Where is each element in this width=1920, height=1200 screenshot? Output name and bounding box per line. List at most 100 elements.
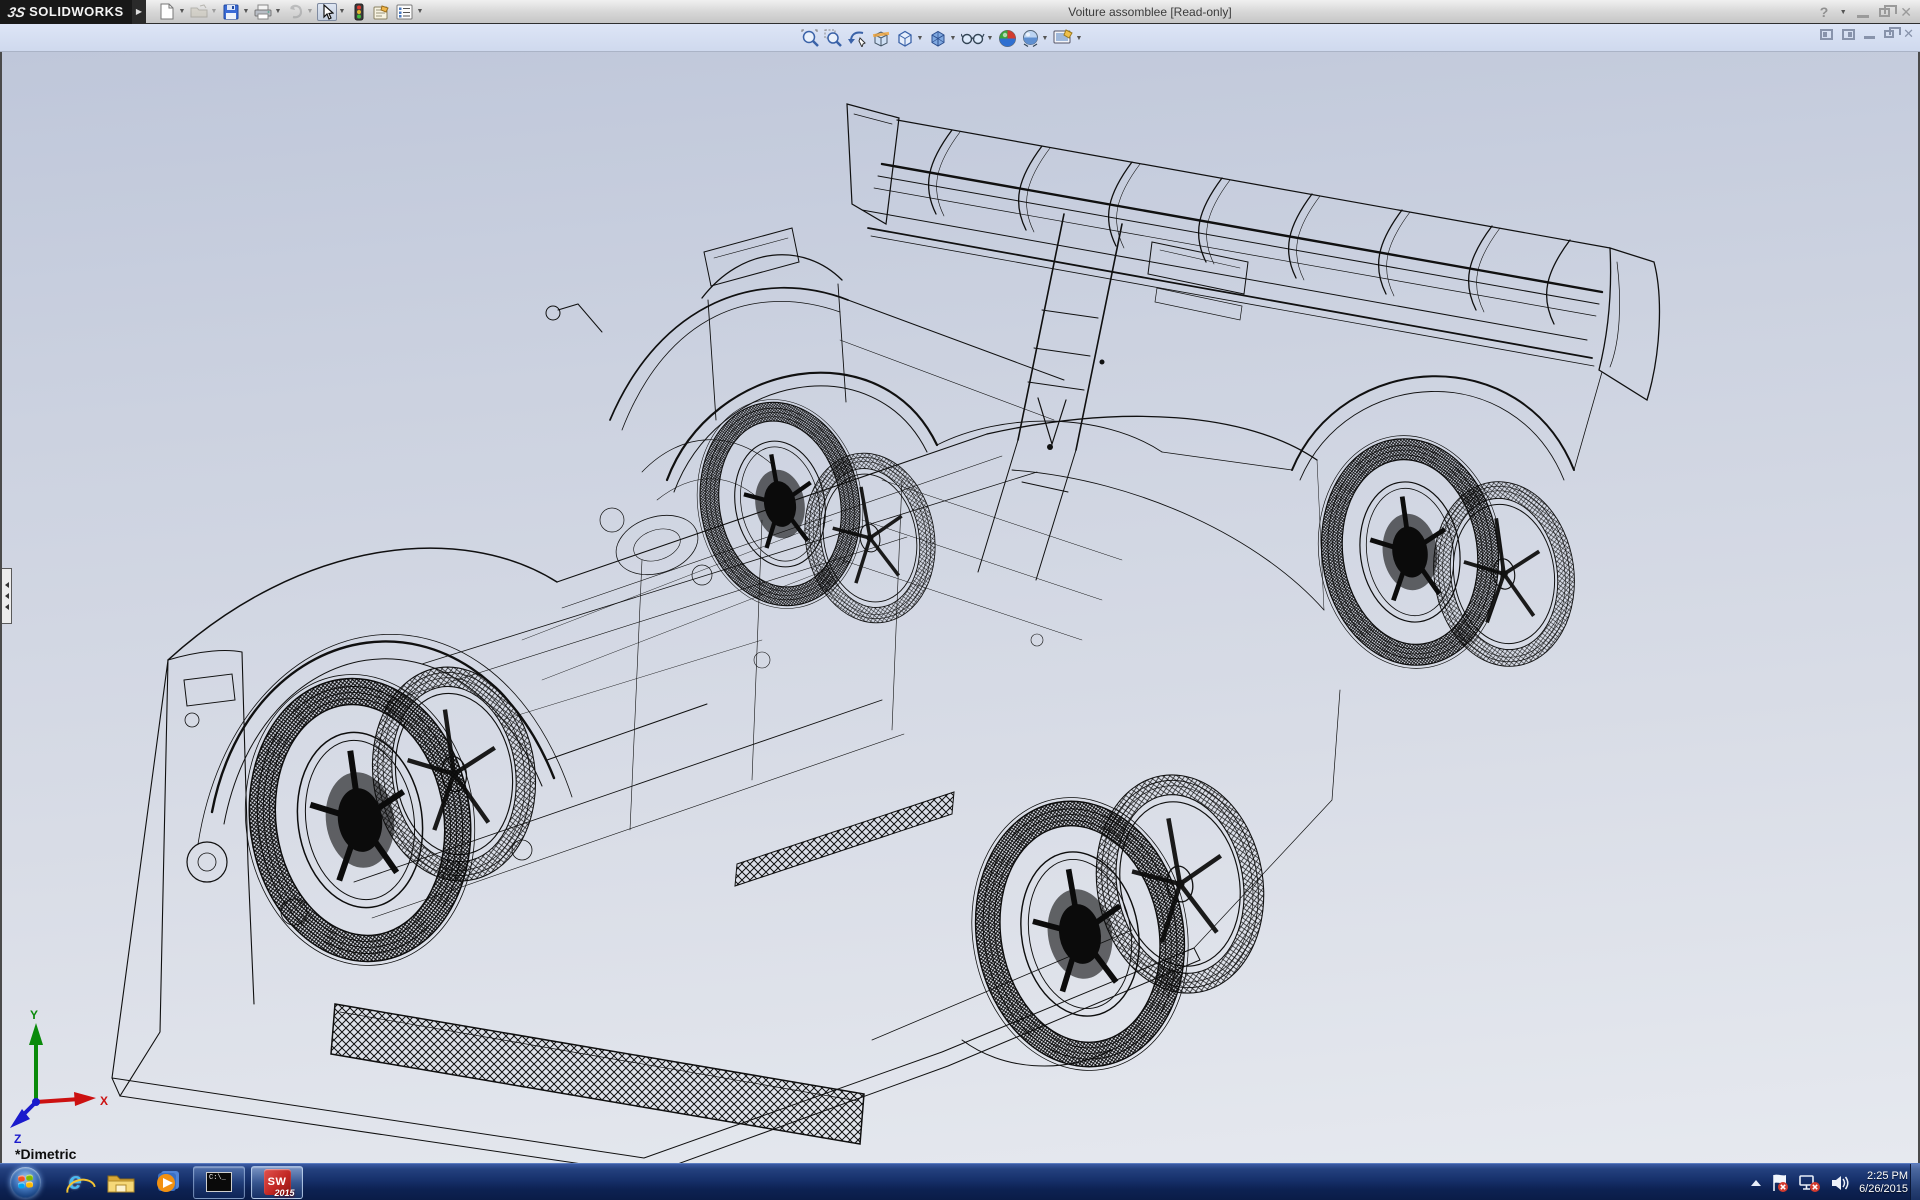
view-orientation-button[interactable]: ▼ <box>894 28 925 49</box>
start-button[interactable] <box>10 1166 41 1198</box>
help-dropdown-arrow[interactable]: ▼ <box>1839 9 1847 16</box>
file-properties-button[interactable] <box>371 1 393 23</box>
main-toolbar: ▼ ▼ ▼ ▼ ▼ ▼ ▼ <box>156 1 425 23</box>
apply-scene-button[interactable]: ▼ <box>1020 28 1050 49</box>
wheels <box>227 386 1589 1088</box>
triad-z-label: Z <box>14 1132 21 1146</box>
minimize-button[interactable] <box>1857 14 1870 18</box>
menu-expand-arrow[interactable]: ▶ <box>132 0 146 24</box>
windows-explorer-button[interactable] <box>101 1166 141 1199</box>
solidworks-window: 3S SOLIDWORKS ▶ ▼ ▼ ▼ ▼ ▼ ▼ ▼ Voiture as… <box>0 0 1920 1200</box>
media-player-icon <box>157 1171 179 1192</box>
dropdown-arrow[interactable]: ▼ <box>178 8 186 15</box>
dropdown-arrow[interactable]: ▼ <box>210 8 218 15</box>
document-restore-button[interactable] <box>1884 27 1902 38</box>
front-left-inner-wheel <box>227 660 493 981</box>
print-icon <box>253 3 273 21</box>
options-icon <box>395 3 415 21</box>
dropdown-arrow[interactable]: ▼ <box>1041 35 1049 42</box>
print-button[interactable]: ▼ <box>252 1 283 23</box>
zoom-to-area-button[interactable] <box>823 28 844 49</box>
appearance-sphere-icon <box>999 29 1016 47</box>
solidworks-logo-text: SOLIDWORKS <box>29 4 124 19</box>
featuremanager-collapsed-tab[interactable] <box>2 568 12 624</box>
internet-explorer-icon: e <box>68 1168 82 1195</box>
folder-icon <box>107 1175 135 1193</box>
rear-left-inner-wheel <box>681 386 879 622</box>
open-button[interactable]: ▼ <box>188 1 219 23</box>
split-pane-left-button[interactable] <box>1820 28 1834 40</box>
document-minimize-button[interactable] <box>1864 36 1876 39</box>
command-prompt-icon: C:\_ <box>206 1172 232 1192</box>
volume-icon[interactable] <box>1830 1174 1850 1192</box>
dropdown-arrow[interactable]: ▼ <box>306 8 314 15</box>
wireframe-car-model[interactable] <box>2 52 1918 1163</box>
edit-appearance-button[interactable] <box>997 28 1018 49</box>
headsup-band: ▼ ▼ ▼ ▼ ▼ ✕ <box>0 24 1920 52</box>
system-tray: 2:25 PM 6/26/2015 <box>1751 1164 1908 1200</box>
dropdown-arrow[interactable]: ▼ <box>338 8 346 15</box>
rebuild-button[interactable] <box>348 1 370 23</box>
solidworks-logo: 3S SOLIDWORKS <box>0 0 132 24</box>
command-prompt-button[interactable]: C:\_ <box>193 1165 245 1199</box>
view-settings-button[interactable]: ▼ <box>1052 28 1084 48</box>
zoom-to-area-icon <box>824 29 842 47</box>
document-close-button[interactable]: ✕ <box>1903 26 1914 42</box>
window-title: Voiture assomblee [Read-only] <box>1068 4 1232 19</box>
view-settings-icon <box>1053 29 1073 44</box>
dropdown-arrow[interactable]: ▼ <box>949 35 957 42</box>
dropdown-arrow[interactable]: ▼ <box>1075 35 1083 42</box>
new-document-button[interactable]: ▼ <box>156 1 187 23</box>
document-window-controls: ✕ <box>1820 26 1914 42</box>
select-button[interactable]: ▼ <box>316 1 347 23</box>
new-document-icon <box>157 3 177 21</box>
zoom-to-fit-button[interactable] <box>800 28 821 49</box>
previous-view-button[interactable] <box>846 28 868 48</box>
collapse-arrow-icon <box>4 604 9 610</box>
solidworks-2015-icon: SW 2015 <box>263 1169 295 1198</box>
options-button[interactable]: ▼ <box>394 1 425 23</box>
dropdown-arrow[interactable]: ▼ <box>274 8 282 15</box>
radiator-mesh <box>330 791 955 1145</box>
clock-time: 2:25 PM <box>1867 1169 1908 1182</box>
solidworks-taskbar-button[interactable]: SW 2015 <box>251 1165 303 1199</box>
view-orientation-icon <box>898 30 912 47</box>
dropdown-arrow[interactable]: ▼ <box>416 8 424 15</box>
hide-show-items-button[interactable]: ▼ <box>960 29 995 47</box>
display-style-button[interactable]: ▼ <box>927 28 958 49</box>
action-center-flag-icon[interactable] <box>1770 1173 1790 1193</box>
help-button[interactable]: ? <box>1820 4 1829 20</box>
apply-scene-icon <box>1023 29 1038 47</box>
windows-flag-icon <box>18 1174 33 1190</box>
zoom-to-fit-icon <box>801 29 819 47</box>
window-controls: ? ▼ ✕ <box>1820 0 1912 24</box>
taskbar-clock[interactable]: 2:25 PM 6/26/2015 <box>1859 1170 1908 1196</box>
network-disconnected-icon[interactable] <box>1799 1173 1821 1193</box>
close-button[interactable]: ✕ <box>1900 4 1912 21</box>
undo-button[interactable]: ▼ <box>284 1 315 23</box>
save-button[interactable]: ▼ <box>220 1 251 23</box>
hidden-icons-arrow[interactable] <box>1751 1179 1762 1186</box>
title-bar: 3S SOLIDWORKS ▶ ▼ ▼ ▼ ▼ ▼ ▼ ▼ Voiture as… <box>0 0 1920 24</box>
ds-logo-glyph: 3S <box>6 3 27 20</box>
rebuild-traffic-light-icon <box>349 3 369 21</box>
section-view-button[interactable] <box>870 28 892 49</box>
split-pane-right-button[interactable] <box>1842 28 1856 40</box>
file-properties-icon <box>372 3 392 21</box>
restore-button[interactable] <box>1879 4 1898 17</box>
undo-icon <box>285 3 305 21</box>
triad-x-label: X <box>100 1094 108 1108</box>
display-style-icon <box>931 30 945 47</box>
collapse-arrow-icon <box>4 593 9 599</box>
dropdown-arrow[interactable]: ▼ <box>242 8 250 15</box>
internet-explorer-button[interactable]: e <box>55 1166 95 1199</box>
save-floppy-icon <box>221 3 241 21</box>
show-desktop-button[interactable] <box>1910 1164 1920 1200</box>
headsup-view-toolbar: ▼ ▼ ▼ ▼ ▼ <box>800 25 1084 51</box>
graphics-viewport[interactable]: Y X Z *Dimetric <box>0 52 1920 1163</box>
dropdown-arrow[interactable]: ▼ <box>916 35 924 42</box>
dropdown-arrow[interactable]: ▼ <box>986 35 994 42</box>
clock-date: 6/26/2015 <box>1859 1182 1908 1195</box>
eyeglasses-icon <box>961 33 985 45</box>
media-player-button[interactable] <box>147 1166 187 1199</box>
